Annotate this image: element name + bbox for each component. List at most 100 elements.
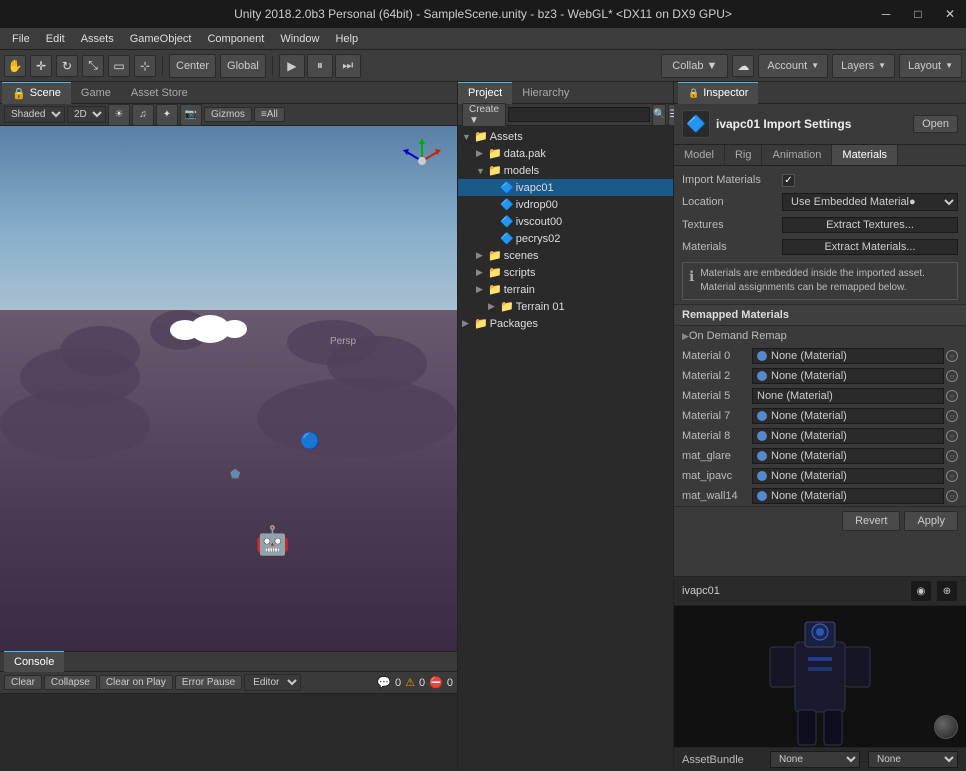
tab-rig[interactable]: Rig: [725, 145, 763, 165]
preview-title: ivapc01: [682, 585, 720, 597]
tab-materials[interactable]: Materials: [832, 145, 898, 165]
open-button[interactable]: Open: [913, 115, 958, 133]
material-row-0: Material 0 None (Material) ○: [674, 346, 966, 366]
assetbundle-variant-select[interactable]: None: [868, 751, 958, 768]
scale-tool[interactable]: ⤡: [82, 55, 104, 77]
console-content: [0, 694, 457, 771]
tree-item-scripts[interactable]: ▶ 📁 scripts: [458, 264, 673, 281]
tree-item-data-pak[interactable]: ▶ 📁 data.pak: [458, 145, 673, 162]
material-rows-container: Material 0 None (Material) ○ Material 2 …: [674, 346, 966, 506]
tree-item-ivapc01[interactable]: 🔷 ivapc01: [458, 179, 673, 196]
tab-inspector[interactable]: 🔒 Inspector: [678, 82, 758, 104]
tab-scene[interactable]: 🔒 Scene: [2, 82, 71, 104]
rotate-tool[interactable]: ↻: [56, 55, 78, 77]
assetbundle-select[interactable]: None: [770, 751, 860, 768]
menu-window[interactable]: Window: [272, 31, 327, 47]
viewport[interactable]: 🔵 ⬟ 🤖 Persp: [0, 126, 457, 651]
editor-select[interactable]: Editor: [244, 674, 301, 691]
scene-tab-bar: 🔒 Scene Game Asset Store: [0, 82, 457, 104]
tab-project[interactable]: Project: [458, 82, 512, 104]
revert-button[interactable]: Revert: [842, 511, 900, 531]
camera-icon[interactable]: 📷: [180, 104, 202, 126]
material-row-2: Material 2 None (Material) ○: [674, 366, 966, 386]
collapse-button[interactable]: Collapse: [44, 675, 97, 690]
mat-dot-2: [757, 371, 767, 381]
search-icon[interactable]: 🔍: [652, 104, 666, 126]
effects-icon[interactable]: ✦: [156, 104, 178, 126]
menu-help[interactable]: Help: [327, 31, 366, 47]
mat-circle-0[interactable]: ○: [946, 350, 958, 362]
tree-item-ivdrop00[interactable]: 🔷 ivdrop00: [458, 196, 673, 213]
tree-item-packages[interactable]: ▶ 📁 Packages: [458, 315, 673, 332]
mat-circle-glare[interactable]: ○: [946, 450, 958, 462]
close-button[interactable]: ✕: [934, 0, 966, 28]
tree-item-terrain01[interactable]: ▶ 📁 Terrain 01: [458, 298, 673, 315]
tab-console[interactable]: Console: [4, 651, 64, 673]
menu-edit[interactable]: Edit: [38, 31, 73, 47]
tab-game[interactable]: Game: [71, 82, 121, 104]
account-dropdown[interactable]: Account: [758, 54, 828, 78]
all-button[interactable]: ≡All: [254, 107, 285, 122]
tree-item-ivscout00[interactable]: 🔷 ivscout00: [458, 213, 673, 230]
import-materials-checkbox[interactable]: [782, 174, 795, 187]
location-row: Location Use Embedded Material●: [674, 190, 966, 214]
move-tool[interactable]: ✛: [30, 55, 52, 77]
tab-model[interactable]: Model: [674, 145, 725, 165]
global-button[interactable]: Global: [220, 54, 266, 78]
audio-icon[interactable]: ♫: [132, 104, 154, 126]
mat-circle-8[interactable]: ○: [946, 430, 958, 442]
tree-item-assets[interactable]: ▼ 📁 Assets: [458, 128, 673, 145]
tree-item-models[interactable]: ▼ 📁 models: [458, 162, 673, 179]
tab-animation[interactable]: Animation: [762, 145, 832, 165]
layout-dropdown[interactable]: Layout: [899, 54, 962, 78]
mat-circle-wall14[interactable]: ○: [946, 490, 958, 502]
transform-tool[interactable]: ⊹: [134, 55, 156, 77]
hand-tool[interactable]: ✋: [4, 55, 26, 77]
location-value: Use Embedded Material●: [782, 193, 958, 211]
extract-materials-button[interactable]: Extract Materials...: [782, 239, 958, 255]
maximize-button[interactable]: □: [902, 0, 934, 28]
pause-button[interactable]: ⏸: [307, 54, 333, 78]
create-button[interactable]: Create ▼: [462, 103, 506, 127]
dimension-select[interactable]: 2D: [67, 106, 106, 123]
collab-button[interactable]: Collab ▼: [661, 54, 728, 78]
mat-circle-2[interactable]: ○: [946, 370, 958, 382]
tree-item-terrain[interactable]: ▶ 📁 terrain: [458, 281, 673, 298]
center-button[interactable]: Center: [169, 54, 216, 78]
scene-gizmo: [397, 136, 447, 186]
tab-hierarchy[interactable]: Hierarchy: [512, 82, 579, 104]
extract-textures-button[interactable]: Extract Textures...: [782, 217, 958, 233]
step-button[interactable]: ⏭: [335, 54, 361, 78]
apply-button[interactable]: Apply: [904, 511, 958, 531]
menu-component[interactable]: Component: [199, 31, 272, 47]
menu-assets[interactable]: Assets: [73, 31, 122, 47]
preview-icon-1[interactable]: ◉: [910, 580, 932, 602]
mat-circle-5[interactable]: ○: [946, 390, 958, 402]
mat-label-glare: mat_glare: [682, 450, 752, 462]
error-pause-button[interactable]: Error Pause: [175, 675, 242, 690]
clear-on-play-button[interactable]: Clear on Play: [99, 675, 173, 690]
menu-file[interactable]: File: [4, 31, 38, 47]
lighting-icon[interactable]: ☀: [108, 104, 130, 126]
tab-asset-store[interactable]: Asset Store: [121, 82, 198, 104]
remapped-materials-header[interactable]: Remapped Materials: [674, 304, 966, 326]
tree-item-scenes[interactable]: ▶ 📁 scenes: [458, 247, 673, 264]
preview-icon-2[interactable]: ⊕: [936, 580, 958, 602]
minimize-button[interactable]: ─: [870, 0, 902, 28]
play-button[interactable]: ▶: [279, 54, 305, 78]
cloud-button[interactable]: ☁: [732, 55, 754, 77]
menu-gameobject[interactable]: GameObject: [122, 31, 200, 47]
project-search[interactable]: [508, 107, 650, 122]
gizmos-button[interactable]: Gizmos: [204, 107, 252, 122]
shading-select[interactable]: Shaded: [4, 106, 65, 123]
clear-button[interactable]: Clear: [4, 675, 42, 690]
mat-circle-7[interactable]: ○: [946, 410, 958, 422]
tree-item-pecrys02[interactable]: 🔷 pecrys02: [458, 230, 673, 247]
location-select[interactable]: Use Embedded Material●: [782, 193, 958, 211]
object-1: 🔵: [300, 431, 320, 451]
title-bar: Unity 2018.2.0b3 Personal (64bit) - Samp…: [0, 0, 966, 28]
rect-tool[interactable]: ▭: [108, 55, 130, 77]
mat-dot-glare: [757, 451, 767, 461]
mat-circle-ipavc[interactable]: ○: [946, 470, 958, 482]
layers-dropdown[interactable]: Layers: [832, 54, 895, 78]
